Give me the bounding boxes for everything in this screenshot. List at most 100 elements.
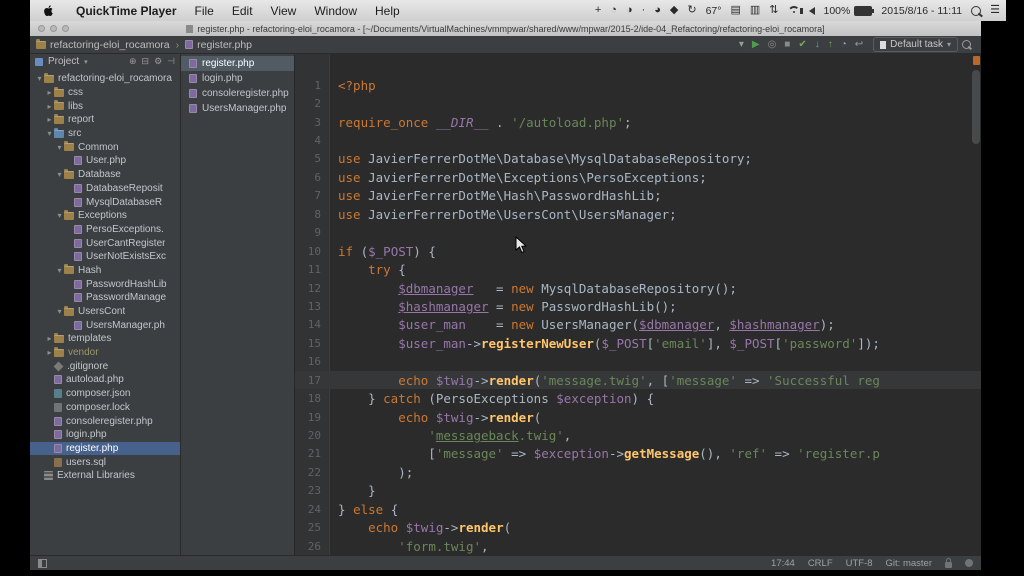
tree-item[interactable]: PasswordHashLib [30,277,180,291]
menu-item[interactable]: Edit [223,4,262,18]
contrast-icon[interactable]: ◑ [626,5,633,16]
push-button[interactable]: ↑ [828,40,833,50]
tree-item[interactable]: users.sql [30,455,180,469]
menu-item[interactable]: File [186,4,223,18]
tree-item[interactable]: ▾Database [30,168,180,182]
battery-indicator[interactable]: 100% [824,5,873,17]
code-line[interactable]: 11 try { [295,260,971,278]
tree-item[interactable]: External Libraries [30,469,180,483]
moves-icon[interactable]: + [595,5,601,16]
breadcrumb-item[interactable]: refactoring-eloi_rocamora [36,39,170,51]
run-button[interactable]: ▶ [752,40,760,50]
code-line[interactable]: 4 [295,131,971,149]
grid-icon[interactable]: ▥ [750,5,760,16]
tree-item[interactable]: .gitignore [30,359,180,373]
rows-icon[interactable]: ▤ [730,5,740,16]
diamond-icon[interactable]: ◆ [670,5,678,16]
zoom-window-button[interactable] [62,25,69,32]
open-file-item[interactable]: consoleregister.php [181,86,294,101]
tree-item[interactable]: register.php [30,442,180,456]
caret-position[interactable]: 17:44 [771,558,795,569]
toolwindow-toggle-icon[interactable] [38,559,47,568]
menu-item[interactable]: QuickTime Player [67,4,186,18]
minimize-window-button[interactable] [50,25,57,32]
code-line[interactable]: 1<?php [295,76,971,94]
open-file-item[interactable]: UsersManager.php [181,101,294,116]
notification-center-icon[interactable]: ☰ [990,5,1000,16]
code-line[interactable]: 2 [295,94,971,112]
tree-item[interactable]: ▸vendor [30,346,180,360]
tree-item[interactable]: ▸templates [30,332,180,346]
tree-item[interactable]: consoleregister.php [30,414,180,428]
menu-item[interactable]: Help [366,4,409,18]
code-line[interactable]: 24} else { [295,500,971,518]
tree-item[interactable]: ▸libs [30,99,180,113]
wifi-icon[interactable] [788,6,800,15]
tree-item[interactable]: PasswordManage [30,291,180,305]
code-line[interactable]: 16 [295,353,971,371]
tree-item[interactable]: PersoExceptions. [30,223,180,237]
code-area[interactable]: 1<?php23require_once __DIR__ . '/autoloa… [295,76,971,555]
breadcrumb-item[interactable]: register.php [185,39,252,51]
spotlight-icon[interactable] [971,6,981,16]
apple-icon[interactable] [42,4,55,17]
temperature[interactable]: 67° [706,5,722,17]
run-config-chevron[interactable]: ▾ [739,40,744,50]
collapse-all-button[interactable]: ⊟ [142,56,150,67]
project-panel-title[interactable]: Project [48,56,79,67]
tree-item[interactable]: MysqlDatabaseR [30,195,180,209]
current-code-line[interactable]: 17 echo $twig->render('message.twig', ['… [295,371,981,389]
code-line[interactable]: 18 } catch (PersoExceptions $exception) … [295,389,971,407]
tree-item[interactable]: User.php [30,154,180,168]
history-button[interactable]: ◔ [841,40,847,50]
code-line[interactable]: 19 echo $twig->render( [295,408,971,426]
code-line[interactable]: 9 [295,224,971,242]
update-project-button[interactable]: ↓ [815,40,820,50]
open-file-item[interactable]: register.php [181,56,294,71]
search-icon[interactable] [962,40,971,49]
tree-item[interactable]: UserNotExistsExc [30,250,180,264]
tree-item[interactable]: ▾refactoring-eloi_rocamora [30,72,180,86]
tree-item[interactable]: UsersManager.ph [30,318,180,332]
encoding-indicator[interactable]: UTF-8 [846,558,873,569]
menu-item[interactable]: Window [305,4,366,18]
tree-item[interactable]: ▾src [30,127,180,141]
code-line[interactable]: 8use JavierFerrerDotMe\UsersCont\UsersMa… [295,205,971,223]
editor[interactable]: 1<?php23require_once __DIR__ . '/autoloa… [295,54,981,555]
code-line[interactable]: 6use JavierFerrerDotMe\Exceptions\PersoE… [295,168,971,186]
code-line[interactable]: 20 'messageback.twig', [295,426,971,444]
scrollbar-thumb[interactable] [972,70,980,144]
code-line[interactable]: 3require_once __DIR__ . '/autoload.php'; [295,113,971,131]
tree-item[interactable]: ▾Common [30,140,180,154]
stop-button[interactable]: ■ [784,40,790,50]
code-line[interactable]: 7use JavierFerrerDotMe\Hash\PasswordHash… [295,187,971,205]
code-line[interactable]: 12 $dbmanager = new MysqlDatabaseReposit… [295,279,971,297]
settings-button[interactable]: ⚙ [154,56,162,67]
locate-button[interactable]: ⊕ [129,56,137,67]
code-line[interactable]: 23 } [295,482,971,500]
tree-item[interactable]: autoload.php [30,373,180,387]
code-line[interactable]: 15 $user_man->registerNewUser($_POST['em… [295,334,971,352]
code-line[interactable]: 26 'form.twig', [295,537,971,555]
tree-item[interactable]: UserCantRegister [30,236,180,250]
tree-item[interactable]: ▾Exceptions [30,209,180,223]
code-line[interactable]: 21 ['message' => $exception->getMessage(… [295,445,971,463]
tree-item[interactable]: composer.lock [30,401,180,415]
line-separator-indicator[interactable]: CRLF [808,558,833,569]
code-line[interactable]: 25 echo $twig->render( [295,519,971,537]
lock-icon[interactable] [945,562,952,568]
menu-item[interactable]: View [262,4,306,18]
window-title-bar[interactable]: register.php - refactoring-eloi_rocamora… [30,21,981,36]
menubar-clock[interactable]: 2015/8/16 - 11:11 [881,5,962,17]
tree-item[interactable]: ▸css [30,86,180,100]
clock-icon[interactable]: ◔ [610,5,617,16]
tree-item[interactable]: login.php [30,428,180,442]
code-line[interactable]: 13 $hashmanager = new PasswordHashLib(); [295,297,971,315]
chevron-down-icon[interactable]: ▾ [84,58,88,66]
tree-item[interactable]: ▾Hash [30,264,180,278]
open-file-item[interactable]: login.php [181,71,294,86]
coverage-button[interactable]: ◎ [768,40,777,50]
tree-item[interactable]: ▾UsersCont [30,305,180,319]
code-line[interactable]: 14 $user_man = new UsersManager($dbmanag… [295,316,971,334]
sync-icon[interactable]: ↻ [687,5,696,16]
